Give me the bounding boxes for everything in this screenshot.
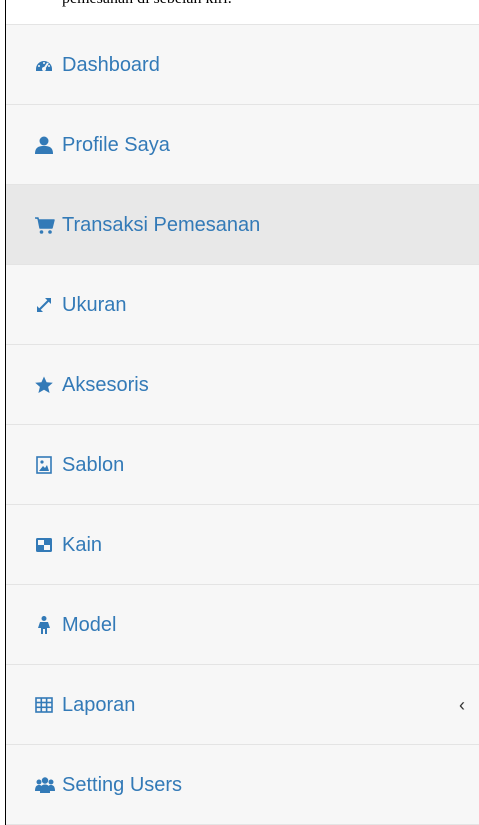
sidebar-item-label: Laporan: [62, 693, 136, 716]
sidebar-item-label: Sablon: [62, 453, 125, 476]
shopping-cart-icon: [34, 214, 56, 236]
sidebar-item-label: Transaksi Pemesanan: [62, 213, 261, 236]
users-icon: [34, 774, 56, 796]
page: pemesanan di sebelah kiri. Dashboard: [0, 0, 479, 825]
star-icon: [34, 374, 56, 396]
female-figure-icon: [34, 614, 56, 636]
sidebar-item-setting-users[interactable]: Setting Users: [6, 745, 479, 825]
sidebar-item-label: Aksesoris: [62, 373, 149, 396]
sidebar-item-aksesoris[interactable]: Aksesoris: [6, 345, 479, 425]
resize-icon: [34, 294, 56, 316]
sidebar-item-label: Setting Users: [62, 773, 183, 796]
sidebar-item-sablon[interactable]: Sablon: [6, 425, 479, 505]
sidebar-menu: Dashboard Profile Saya Transaksi Pemesan…: [6, 24, 479, 825]
sidebar-item-kain[interactable]: Kain: [6, 505, 479, 585]
sidebar-item-label: Dashboard: [62, 53, 160, 76]
sidebar-item-label: Profile Saya: [62, 133, 170, 156]
user-icon: [34, 134, 56, 156]
sidebar-item-ukuran[interactable]: Ukuran: [6, 265, 479, 345]
sidebar-item-label: Ukuran: [62, 293, 127, 316]
sidebar-item-label: Model: [62, 613, 117, 636]
table-icon: [34, 694, 56, 716]
chevron-left-icon[interactable]: ‹: [459, 696, 465, 714]
sidebar-item-transaksi-pemesanan[interactable]: Transaksi Pemesanan: [6, 185, 479, 265]
sidebar-item-laporan[interactable]: Laporan ‹: [6, 665, 479, 745]
sidebar-item-dashboard[interactable]: Dashboard: [6, 25, 479, 105]
sidebar-item-model[interactable]: Model: [6, 585, 479, 665]
document-caption: pemesanan di sebelah kiri.: [62, 0, 232, 9]
image-file-icon: [34, 454, 56, 476]
dashboard-icon: [34, 54, 56, 76]
window-icon: [34, 534, 56, 556]
sidebar-item-profile[interactable]: Profile Saya: [6, 105, 479, 185]
sidebar-item-label: Kain: [62, 533, 103, 556]
